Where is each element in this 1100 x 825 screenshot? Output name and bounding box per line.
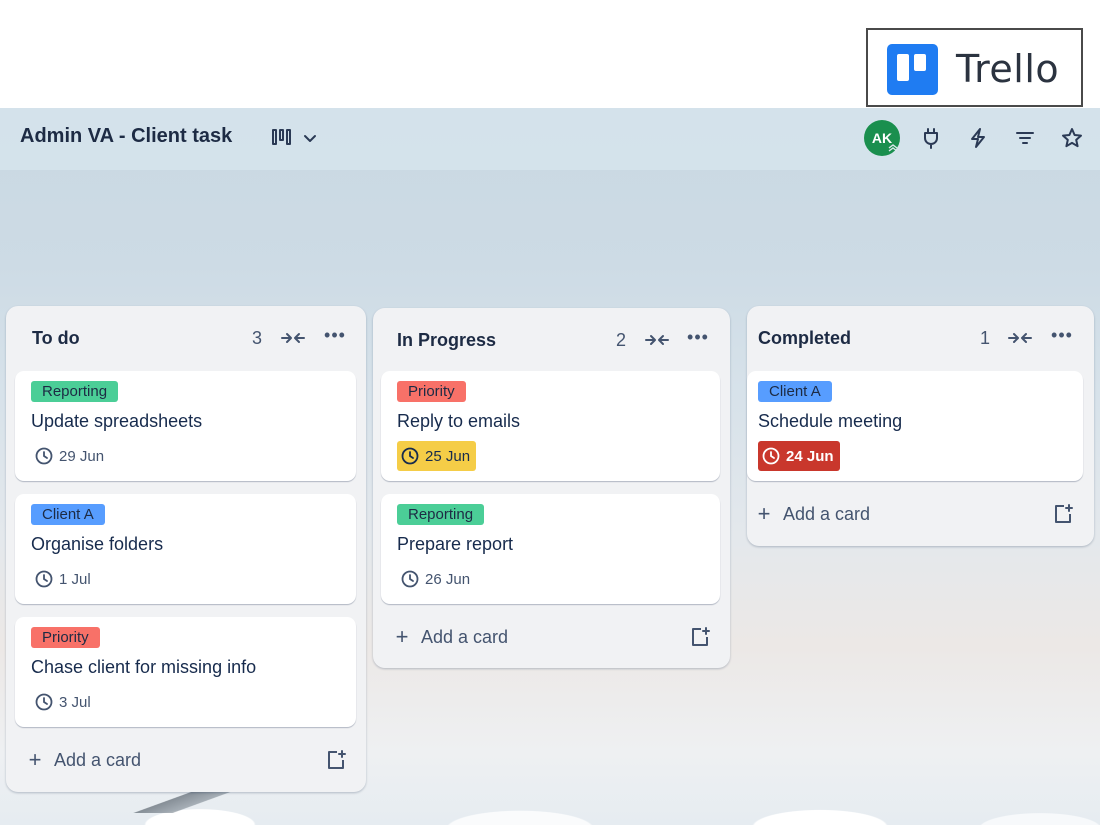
clock-icon (35, 693, 53, 711)
card-label: Priority (31, 627, 100, 648)
list-card-count: 1 (980, 328, 991, 348)
collapse-list-icon[interactable] (280, 328, 306, 348)
card[interactable]: Reporting Prepare report 26 Jun (381, 494, 720, 604)
due-date-text: 25 Jun (425, 447, 471, 465)
due-date-badge[interactable]: 25 Jun (397, 441, 477, 471)
plus-icon: + (757, 501, 771, 526)
card[interactable]: Client A Organise folders 1 Jul (15, 494, 356, 604)
trello-logo-text: Trello (956, 47, 1060, 91)
list-in-progress: In Progress 2 ••• Priority Reply to emai… (373, 308, 730, 668)
background-mountain (120, 789, 250, 813)
list-header: Completed 1 ••• (747, 306, 1094, 368)
clock-icon (762, 447, 780, 465)
list-to-do: To do 3 ••• Reporting Update spreadsheet… (6, 306, 366, 792)
card-title: Prepare report (397, 534, 514, 554)
add-card-label: Add a card (54, 749, 142, 770)
list-title[interactable]: In Progress (397, 330, 496, 351)
filter-icon (1016, 132, 1034, 144)
view-switcher[interactable] (272, 126, 322, 150)
add-card-button[interactable]: + Add a card (755, 499, 871, 529)
due-date-badge[interactable]: 1 Jul (31, 564, 97, 594)
add-card-label: Add a card (783, 503, 871, 524)
collapse-list-icon[interactable] (1007, 328, 1033, 348)
card[interactable]: Reporting Update spreadsheets 29 Jun (15, 371, 356, 481)
due-date-badge[interactable]: 29 Jun (31, 441, 110, 471)
due-date-badge[interactable]: 26 Jun (397, 564, 476, 594)
chevron-down-icon (304, 135, 316, 142)
list-title[interactable]: To do (32, 328, 80, 349)
collapse-list-icon[interactable] (644, 330, 670, 350)
clock-icon (35, 447, 53, 465)
list-menu-icon[interactable]: ••• (322, 326, 348, 348)
clock-icon (35, 570, 53, 588)
avatar[interactable]: AK (864, 120, 900, 156)
list-header: In Progress 2 ••• (373, 308, 730, 370)
list-menu-icon[interactable]: ••• (1049, 326, 1075, 348)
card-title: Chase client for missing info (31, 657, 257, 677)
clock-icon (401, 447, 419, 465)
board-view-icon (272, 129, 292, 147)
due-date-text: 29 Jun (59, 447, 105, 465)
list-card-count: 3 (252, 328, 263, 348)
due-date-text: 3 Jul (59, 693, 91, 711)
card[interactable]: Client A Schedule meeting 24 Jun (747, 371, 1083, 481)
list-title[interactable]: Completed (758, 328, 851, 349)
card-label: Client A (758, 381, 832, 402)
add-card-button[interactable]: + Add a card (26, 745, 142, 775)
admin-badge-icon (888, 144, 898, 152)
list-completed: Completed 1 ••• Client A Schedule meetin… (747, 306, 1094, 546)
board-header: Admin VA - Client task AK (0, 108, 1100, 170)
card-label: Reporting (31, 381, 119, 402)
card-template-icon[interactable] (689, 626, 711, 648)
list-header: To do 3 ••• (6, 306, 366, 368)
automation-icon (971, 128, 985, 148)
due-date-text: 1 Jul (59, 570, 91, 588)
star-icon (1062, 128, 1082, 148)
header-actions: AK (864, 118, 1088, 158)
add-card-button[interactable]: + Add a card (393, 622, 509, 652)
filter-button[interactable] (1009, 122, 1041, 154)
card-label: Reporting (397, 504, 485, 525)
card-template-icon[interactable] (1052, 503, 1074, 525)
clock-icon (401, 570, 419, 588)
card-template-icon[interactable] (325, 749, 347, 771)
card[interactable]: Priority Reply to emails 25 Jun (381, 371, 720, 481)
trello-logo-icon (887, 44, 938, 95)
card-title: Reply to emails (397, 411, 521, 431)
plus-icon: + (28, 747, 42, 772)
power-ups-icon (924, 128, 938, 149)
trello-logo: Trello (866, 28, 1083, 107)
list-menu-icon[interactable]: ••• (685, 328, 711, 350)
board-canvas: Admin VA - Client task AK To do 3 ••• Re… (0, 108, 1100, 825)
card-title: Update spreadsheets (31, 411, 203, 431)
star-button[interactable] (1056, 122, 1088, 154)
add-card-label: Add a card (421, 626, 509, 647)
plus-icon: + (395, 624, 409, 649)
power-ups-button[interactable] (915, 122, 947, 154)
card[interactable]: Priority Chase client for missing info 3… (15, 617, 356, 727)
due-date-text: 26 Jun (425, 570, 471, 588)
card-label: Priority (397, 381, 466, 402)
board-title[interactable]: Admin VA - Client task (20, 125, 232, 148)
card-title: Schedule meeting (758, 411, 903, 431)
list-card-count: 2 (616, 330, 627, 350)
due-date-badge[interactable]: 3 Jul (31, 687, 97, 717)
due-date-badge[interactable]: 24 Jun (758, 441, 840, 471)
card-label: Client A (31, 504, 105, 525)
automation-button[interactable] (962, 122, 994, 154)
card-title: Organise folders (31, 534, 164, 554)
due-date-text: 24 Jun (786, 447, 834, 465)
